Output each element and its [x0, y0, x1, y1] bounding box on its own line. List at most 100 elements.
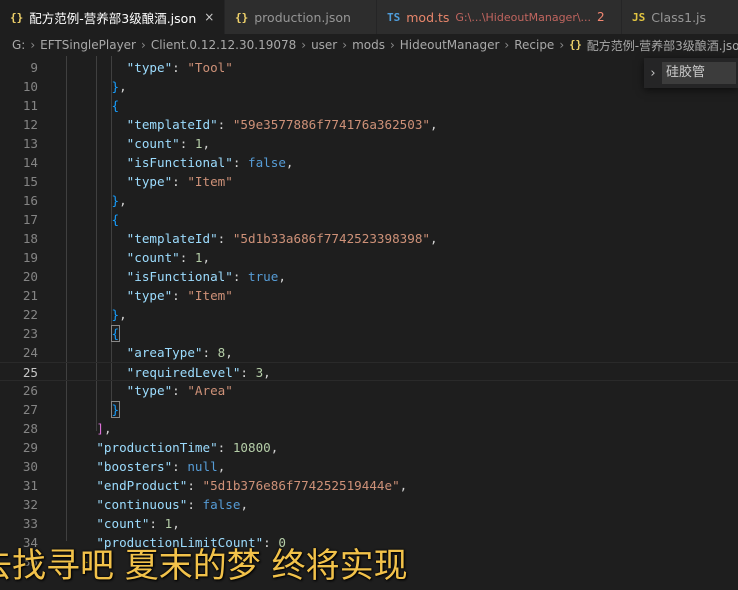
code-line[interactable]: 21 "type": "Item"	[0, 286, 738, 305]
breadcrumb-item[interactable]: Client.0.12.12.30.19078	[151, 38, 296, 52]
code-token: ,	[172, 516, 180, 531]
code-line[interactable]: 9 "type": "Tool"	[0, 58, 738, 77]
code-token: ,	[119, 193, 127, 208]
find-widget: ›	[644, 58, 738, 88]
code-token: }	[111, 193, 120, 208]
code-token: "Tool"	[187, 60, 233, 75]
code-text: {	[66, 96, 120, 115]
code-token: }	[110, 401, 121, 418]
line-number: 32	[22, 497, 38, 512]
chevron-right-icon: ›	[141, 38, 146, 52]
code-text: "type": "Area"	[66, 381, 233, 400]
breadcrumb-item[interactable]: mods	[352, 38, 385, 52]
breadcrumb-file[interactable]: 配方范例-营养部3级酿酒.json	[587, 37, 738, 54]
line-number: 19	[22, 250, 38, 265]
code-token: "Item"	[187, 174, 233, 189]
code-line[interactable]: 16 },	[0, 191, 738, 210]
code-token: false	[248, 155, 286, 170]
breadcrumb-item[interactable]: EFTSinglePlayer	[40, 38, 136, 52]
code-line[interactable]: 28 ],	[0, 419, 738, 438]
code-line[interactable]: 23 {	[0, 324, 738, 343]
code-token: "type"	[126, 174, 173, 189]
code-line[interactable]: 20 "isFunctional": true,	[0, 267, 738, 286]
tab-class1-js[interactable]: JS Class1.js	[622, 0, 738, 34]
code-token: 10800	[232, 440, 271, 455]
code-line[interactable]: 12 "templateId": "59e3577886f774176a3625…	[0, 115, 738, 134]
code-text: "productionTime": 10800,	[66, 438, 278, 457]
line-number: 33	[22, 516, 38, 531]
code-text: "continuous": false,	[66, 495, 248, 514]
code-token: :	[172, 383, 188, 398]
code-token: :	[217, 440, 233, 455]
code-token: ,	[119, 307, 127, 322]
code-line[interactable]: 30 "boosters": null,	[0, 457, 738, 476]
code-line[interactable]: 32 "continuous": false,	[0, 495, 738, 514]
chevron-right-icon: ›	[342, 38, 348, 52]
code-line[interactable]: 11 {	[0, 96, 738, 115]
code-token: :	[187, 497, 203, 512]
code-editor[interactable]: 9 "type": "Tool" 10 }, 11 {12 "templateId"…	[0, 56, 738, 590]
breadcrumb-item[interactable]: user	[311, 38, 337, 52]
line-number: 17	[22, 212, 38, 227]
code-line[interactable]: 29 "productionTime": 10800,	[0, 438, 738, 457]
breadcrumb-item[interactable]: HideoutManager	[400, 38, 500, 52]
code-token: :	[149, 516, 165, 531]
code-token: ,	[429, 231, 438, 246]
code-token: "isFunctional"	[126, 155, 233, 170]
code-line[interactable]: 22 },	[0, 305, 738, 324]
code-line[interactable]: 25 "requiredLevel": 3,	[0, 362, 738, 381]
code-line[interactable]: 13 "count": 1,	[0, 134, 738, 153]
line-number: 23	[22, 326, 38, 341]
code-line[interactable]: 33 "count": 1,	[0, 514, 738, 533]
code-line[interactable]: 26 "type": "Area"	[0, 381, 738, 400]
code-text: "isFunctional": true,	[66, 267, 286, 286]
code-token: "count"	[96, 516, 150, 531]
line-number: 27	[22, 402, 38, 417]
close-icon[interactable]: ×	[204, 10, 214, 24]
breadcrumb-item[interactable]: Recipe	[514, 38, 554, 52]
tab-mod-ts[interactable]: TS mod.ts G:\...\HideoutManager\... 2	[377, 0, 622, 34]
line-number: 30	[22, 459, 38, 474]
line-number: 10	[22, 79, 38, 94]
line-number: 11	[22, 98, 38, 113]
code-line[interactable]: 10 },	[0, 77, 738, 96]
line-number: 21	[22, 288, 38, 303]
line-number: 20	[22, 269, 38, 284]
code-line[interactable]: 19 "count": 1,	[0, 248, 738, 267]
code-text: },	[66, 77, 127, 96]
code-token: :	[172, 174, 188, 189]
code-token: }	[111, 307, 120, 322]
code-line[interactable]: 18 "templateId": "5d1b33a686f77425233983…	[0, 229, 738, 248]
code-line[interactable]: 31 "endProduct": "5d1b376e86f77425251944…	[0, 476, 738, 495]
code-token: "templateId"	[126, 231, 218, 246]
code-token: "count"	[126, 250, 180, 265]
code-token: ,	[202, 136, 211, 151]
code-token: }	[111, 79, 120, 94]
code-text: "type": "Item"	[66, 172, 233, 191]
code-text: "templateId": "5d1b33a686f7742523398398"…	[66, 229, 438, 248]
chevron-right-icon: ›	[504, 38, 510, 52]
code-token: "5d1b376e86f774252519444e"	[202, 478, 400, 493]
code-line[interactable]: 15 "type": "Item"	[0, 172, 738, 191]
code-line[interactable]: 24 "areaType": 8,	[0, 343, 738, 362]
code-line[interactable]: 14 "isFunctional": false,	[0, 153, 738, 172]
code-token: "5d1b33a686f7742523398398"	[232, 231, 430, 246]
tab-recipe-json[interactable]: {} 配方范例-营养部3级酿酒.json ×	[0, 0, 225, 34]
tab-production-json[interactable]: {} production.json	[225, 0, 377, 34]
line-number: 31	[22, 478, 38, 493]
code-line[interactable]: 27 }	[0, 400, 738, 419]
javascript-file-icon: JS	[632, 10, 646, 24]
chevron-right-icon[interactable]: ›	[644, 66, 662, 81]
breadcrumb: G: › EFTSinglePlayer › Client.0.12.12.30.1…	[0, 34, 738, 56]
code-line[interactable]: 17 {	[0, 210, 738, 229]
find-input[interactable]	[662, 62, 736, 84]
breadcrumb-item[interactable]: G:	[12, 38, 25, 52]
